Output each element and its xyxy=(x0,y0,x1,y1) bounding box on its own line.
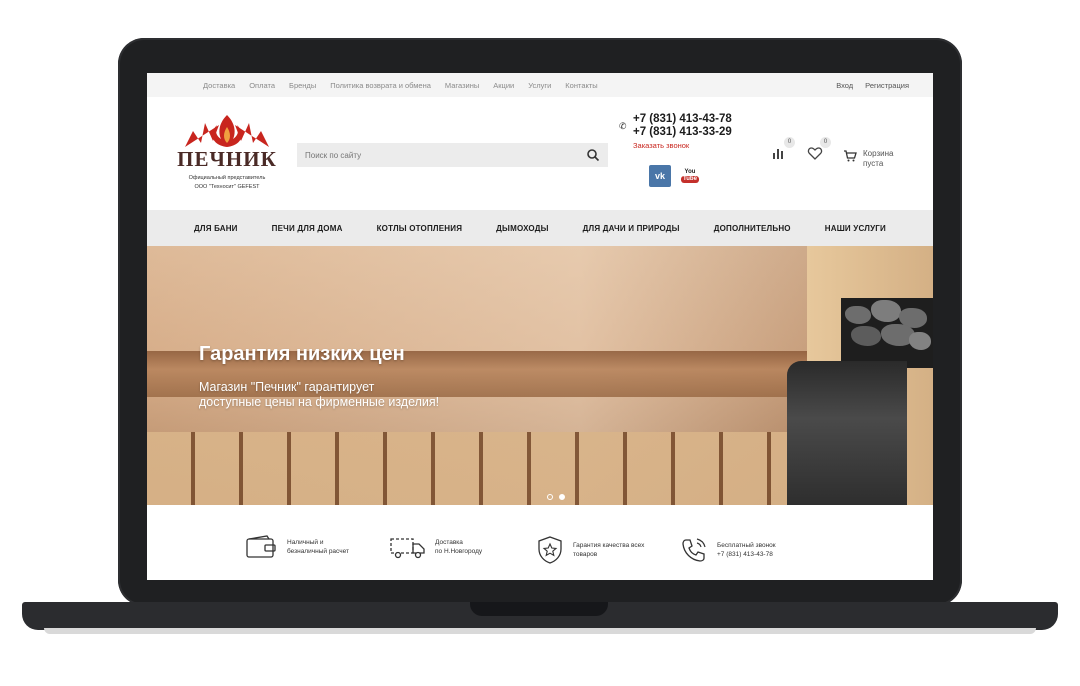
feature-free-call-line1: Бесплатный звонок xyxy=(717,542,776,549)
cart-status: Корзина пуста xyxy=(863,149,893,169)
header-icons: 0 0 xyxy=(771,137,831,161)
slider-dot-2[interactable] xyxy=(559,494,565,500)
slider-dots xyxy=(547,494,565,500)
phone-icon: ✆ xyxy=(619,121,627,131)
feature-quality-line1: Гарантия качества всех xyxy=(573,542,645,549)
search-icon[interactable] xyxy=(586,148,600,162)
cart-empty-label: пуста xyxy=(863,159,884,168)
phone-number-2[interactable]: +7 (831) 413-33-29 xyxy=(633,126,732,139)
contact-phones: ✆ +7 (831) 413-43-78 +7 (831) 413-33-29 … xyxy=(619,113,732,150)
top-link-stores[interactable]: Магазины xyxy=(445,81,479,90)
logo-subtitle-line1: Официальный представитель xyxy=(188,175,266,181)
feature-delivery-text: Доставка по Н.Новгороду xyxy=(435,538,527,556)
top-link-services[interactable]: Услуги xyxy=(528,81,551,90)
main-navigation: ДЛЯ БАНИ ПЕЧИ ДЛЯ ДОМА КОТЛЫ ОТОПЛЕНИЯ Д… xyxy=(147,210,933,246)
hero-text-line1: Магазин "Печник" гарантирует xyxy=(199,380,375,394)
nav-item-country-nature[interactable]: ДЛЯ ДАЧИ И ПРИРОДЫ xyxy=(583,224,680,233)
flame-crown-icon xyxy=(185,115,269,147)
favorites-button[interactable]: 0 xyxy=(807,137,831,161)
callback-link[interactable]: Заказать звонок xyxy=(633,141,732,150)
logo-name: ПЕЧНИК xyxy=(177,147,277,171)
heart-icon xyxy=(807,147,823,160)
heater-body-image xyxy=(787,361,907,505)
logo-subtitle-line2: ООО "Техносит" GEFEST xyxy=(194,184,260,190)
compare-icon xyxy=(773,149,783,159)
quality-star-icon xyxy=(538,536,562,564)
register-link[interactable]: Регистрация xyxy=(865,81,909,90)
top-link-promotions[interactable]: Акции xyxy=(493,81,514,90)
auth-links: Вход Регистрация xyxy=(836,81,909,90)
laptop-notch xyxy=(470,602,608,616)
truck-icon xyxy=(390,538,425,559)
vk-icon[interactable]: vk xyxy=(649,165,671,187)
feature-free-call-line2: +7 (831) 413-43-78 xyxy=(717,551,773,558)
site-logo[interactable]: ПЕЧНИК Официальный представитель ООО "Те… xyxy=(175,113,279,192)
feature-quality: Гарантия качества всех товаров xyxy=(535,535,665,565)
feature-quality-line2: товаров xyxy=(573,551,598,558)
nav-item-home-stoves[interactable]: ПЕЧИ ДЛЯ ДОМА xyxy=(272,224,343,233)
top-bar: Доставка Оплата Бренды Политика возврата… xyxy=(147,73,933,97)
cart-icon xyxy=(844,150,857,162)
youtube-label-top: You xyxy=(684,169,696,175)
nav-item-chimneys[interactable]: ДЫМОХОДЫ xyxy=(496,224,549,233)
top-links: Доставка Оплата Бренды Политика возврата… xyxy=(203,81,598,90)
features-strip: Наличный и безналичный расчет Доставка п… xyxy=(147,505,933,580)
feature-payment-line1: Наличный и xyxy=(287,539,324,546)
wallet-icon xyxy=(246,535,276,558)
hero-text: Магазин "Печник" гарантирует доступные ц… xyxy=(199,380,499,410)
feature-delivery-line2: по Н.Новгороду xyxy=(435,548,483,555)
nav-item-additional[interactable]: ДОПОЛНИТЕЛЬНО xyxy=(714,224,791,233)
hero-text-line2: доступные цены на фирменные изделия! xyxy=(199,395,440,409)
cart-label: Корзина xyxy=(863,149,894,158)
phone-call-icon xyxy=(682,538,706,562)
nav-item-boilers[interactable]: КОТЛЫ ОТОПЛЕНИЯ xyxy=(377,224,463,233)
feature-payment: Наличный и безналичный расчет xyxy=(245,535,379,559)
feature-delivery: Доставка по Н.Новгороду xyxy=(387,535,527,559)
cart-button[interactable]: Корзина пуста xyxy=(843,149,893,169)
phone-number-1[interactable]: +7 (831) 413-43-78 xyxy=(633,113,732,126)
youtube-icon[interactable]: You Tube xyxy=(679,165,701,187)
nav-item-bath[interactable]: ДЛЯ БАНИ xyxy=(194,224,238,233)
top-link-return-policy[interactable]: Политика возврата и обмена xyxy=(330,81,431,90)
top-link-payment[interactable]: Оплата xyxy=(249,81,275,90)
top-link-contacts[interactable]: Контакты xyxy=(565,81,597,90)
feature-free-call-text: Бесплатный звонок +7 (831) 413-43-78 xyxy=(717,541,809,559)
feature-delivery-line1: Доставка xyxy=(435,539,463,546)
logo-subtitle: Официальный представитель ООО "Техносит"… xyxy=(175,174,279,192)
heater-stones-image xyxy=(841,298,933,368)
feature-quality-text: Гарантия качества всех товаров xyxy=(573,541,665,559)
favorites-count-badge: 0 xyxy=(820,137,831,148)
feature-payment-line2: безналичный расчет xyxy=(287,548,349,555)
top-link-brands[interactable]: Бренды xyxy=(289,81,316,90)
website-screen: Доставка Оплата Бренды Политика возврата… xyxy=(147,73,933,580)
hero-banner[interactable]: Гарантия низких цен Магазин "Печник" гар… xyxy=(147,246,933,505)
search-bar xyxy=(297,143,608,167)
slider-dot-1[interactable] xyxy=(547,494,553,500)
youtube-label-bottom: Tube xyxy=(681,176,699,183)
compare-count-badge: 0 xyxy=(784,137,795,148)
social-links: vk You Tube xyxy=(649,165,701,187)
login-link[interactable]: Вход xyxy=(836,81,853,90)
feature-free-call: Бесплатный звонок +7 (831) 413-43-78 xyxy=(679,535,809,565)
top-link-delivery[interactable]: Доставка xyxy=(203,81,235,90)
feature-payment-text: Наличный и безналичный расчет xyxy=(287,538,379,556)
compare-button[interactable]: 0 xyxy=(771,137,795,161)
hero-title: Гарантия низких цен xyxy=(199,343,405,365)
search-input[interactable] xyxy=(297,150,577,160)
laptop-base-shadow xyxy=(44,628,1036,634)
nav-item-our-services[interactable]: НАШИ УСЛУГИ xyxy=(825,224,886,233)
